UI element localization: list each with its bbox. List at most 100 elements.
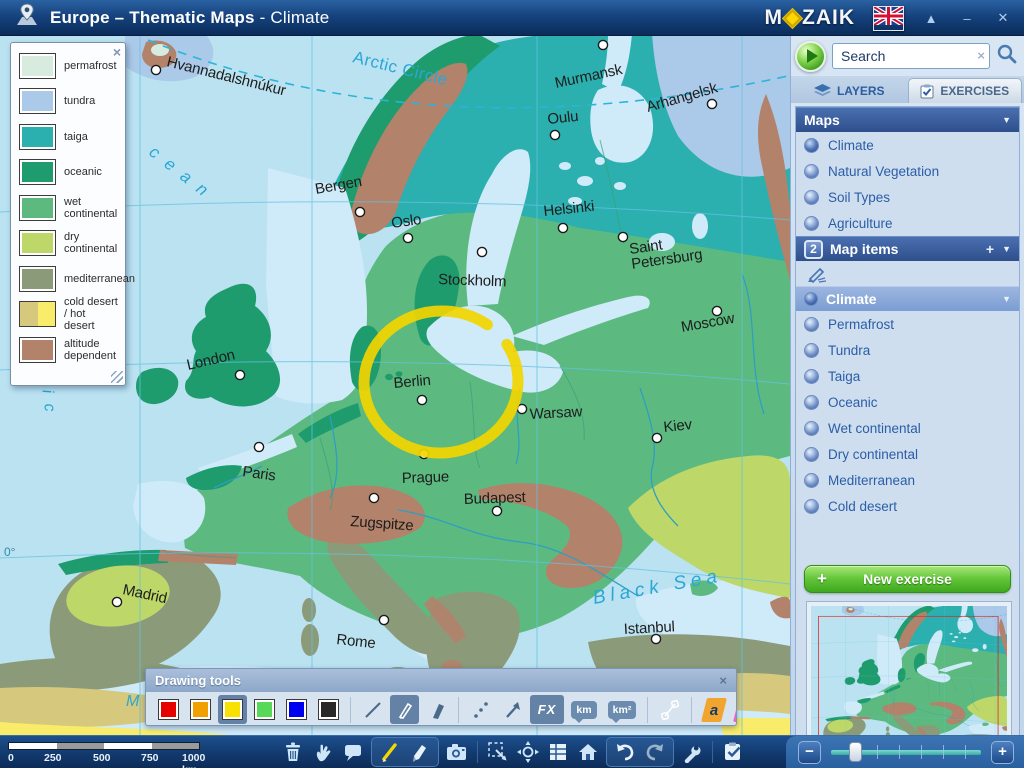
color-swatch-blue[interactable] xyxy=(282,695,311,724)
drawing-tools-header[interactable]: Drawing tools × xyxy=(146,669,736,692)
color-swatch-orange[interactable] xyxy=(186,695,215,724)
radio-button[interactable] xyxy=(804,499,819,514)
map-items-section-header[interactable]: 2 Map items + ▼ xyxy=(796,236,1019,261)
climate-item-wet-continental[interactable]: Wet continental xyxy=(796,415,1019,441)
radio-button[interactable] xyxy=(804,138,819,153)
select-tool-button[interactable] xyxy=(483,738,513,766)
svg-text:Kiev: Kiev xyxy=(663,416,694,436)
climate-section-header[interactable]: Climate ▼ xyxy=(796,286,1019,311)
zoom-slider-handle[interactable] xyxy=(849,742,862,762)
search-clear-icon[interactable]: × xyxy=(977,48,985,63)
thin-line-tool[interactable] xyxy=(358,695,387,724)
svg-text:Budapest: Budapest xyxy=(464,489,527,508)
chevron-down-icon: ▼ xyxy=(1002,294,1011,304)
climate-item-cold-desert[interactable]: Cold desert xyxy=(796,493,1019,519)
exercise-check-button[interactable] xyxy=(718,738,748,766)
arrow-tool[interactable] xyxy=(498,695,527,724)
redo-button[interactable] xyxy=(640,738,670,766)
color-swatch-yellow[interactable] xyxy=(218,695,247,724)
comment-tool-button[interactable] xyxy=(338,738,368,766)
list-item-label: Mediterranean xyxy=(828,473,915,488)
maps-list: ClimateNatural VegetationSoil Types Agric… xyxy=(796,132,1019,236)
radio-button[interactable] xyxy=(804,395,819,410)
climate-item-tundra[interactable]: Tundra xyxy=(796,337,1019,363)
effects-tool[interactable]: FX xyxy=(530,695,564,724)
text-tool-orange[interactable]: a xyxy=(699,695,728,724)
undo-button[interactable] xyxy=(610,738,640,766)
pan-tool-button[interactable] xyxy=(513,738,543,766)
maps-section-header[interactable]: Maps ▼ xyxy=(796,107,1019,132)
legend-row: altitude dependent xyxy=(19,335,119,364)
sidebar-item-climate[interactable]: Climate xyxy=(796,132,1019,158)
legend-row: tundra xyxy=(19,87,119,116)
undo-redo-group xyxy=(606,737,674,767)
zoom-slider[interactable] xyxy=(831,741,981,763)
zoom-in-button[interactable]: + xyxy=(991,741,1014,764)
new-exercise-button[interactable]: + New exercise xyxy=(804,565,1011,593)
climate-item-permafrost[interactable]: Permafrost xyxy=(796,311,1019,337)
language-flag-uk[interactable] xyxy=(873,6,904,31)
close-button[interactable]: ✕ xyxy=(994,10,1012,26)
map-item-drawing[interactable] xyxy=(796,261,1019,286)
highlighter-draw-button[interactable] xyxy=(405,738,435,766)
list-item-label: Oceanic xyxy=(828,395,878,410)
svg-text:Warsaw: Warsaw xyxy=(529,403,583,423)
map-items-count-badge: 2 xyxy=(804,240,823,259)
radio-button[interactable] xyxy=(804,343,819,358)
bottom-toolbar: 0 250 500 750 1000 km − xyxy=(0,735,1024,768)
radio-button[interactable] xyxy=(804,317,819,332)
color-swatch-green[interactable] xyxy=(250,695,279,724)
list-item-label: Agriculture xyxy=(828,216,893,231)
list-item-label: Permafrost xyxy=(828,317,894,332)
measure-link-tool[interactable] xyxy=(655,695,684,724)
delete-tool-button[interactable] xyxy=(278,738,308,766)
color-swatch-red[interactable] xyxy=(154,695,183,724)
list-item-label: Tundra xyxy=(828,343,870,358)
pen-tool[interactable] xyxy=(390,695,419,724)
radio-button[interactable] xyxy=(804,190,819,205)
radio-button[interactable] xyxy=(804,164,819,179)
radio-button[interactable] xyxy=(804,369,819,384)
legend-resize-handle[interactable] xyxy=(111,371,123,383)
tab-layers[interactable]: LAYERS xyxy=(793,78,906,103)
radio-button[interactable] xyxy=(804,216,819,231)
marker-tool[interactable] xyxy=(422,695,451,724)
minimize-button[interactable]: – xyxy=(958,11,976,26)
add-map-item-icon[interactable]: + xyxy=(986,241,994,257)
title-bar: Europe – Thematic Maps - Climate MZAIK ▲… xyxy=(0,0,1024,36)
zoom-out-button[interactable]: − xyxy=(798,741,821,764)
search-input[interactable] xyxy=(832,43,990,69)
climate-item-oceanic[interactable]: Oceanic xyxy=(796,389,1019,415)
settings-wrench-button[interactable] xyxy=(677,738,707,766)
sidebar-item-natural-vegetation[interactable]: Natural Vegetation xyxy=(796,158,1019,184)
sidebar-item-agriculture[interactable]: Agriculture xyxy=(796,210,1019,236)
play-button[interactable] xyxy=(795,41,826,72)
text-tool-pink[interactable]: a xyxy=(731,695,737,724)
climate-item-dry-continental[interactable]: Dry continental xyxy=(796,441,1019,467)
radio-button[interactable] xyxy=(804,447,819,462)
radio-button[interactable] xyxy=(804,292,818,306)
legend-close-icon[interactable]: × xyxy=(113,44,121,60)
color-swatch-black[interactable] xyxy=(314,695,343,724)
hand-tool-button[interactable] xyxy=(308,738,338,766)
zoom-control: − + xyxy=(786,736,1024,768)
tab-exercises[interactable]: EXERCISES xyxy=(908,78,1023,103)
climate-list: Permafrost Tundra Taiga Oceanic Wet continen… xyxy=(796,311,1019,519)
climate-item-taiga[interactable]: Taiga xyxy=(796,363,1019,389)
data-table-button[interactable] xyxy=(543,738,573,766)
radio-button[interactable] xyxy=(804,473,819,488)
sidebar-item-soil-types[interactable]: Soil Types xyxy=(796,184,1019,210)
climate-item-mediterranean[interactable]: Mediterranean xyxy=(796,467,1019,493)
collapse-button[interactable]: ▲ xyxy=(922,11,940,26)
km-label-tool[interactable]: km xyxy=(567,695,601,724)
sea-label-m: M xyxy=(126,693,140,710)
km2-label-tool[interactable]: km² xyxy=(604,695,640,724)
dotted-line-tool[interactable] xyxy=(466,695,495,724)
pencil-draw-button[interactable] xyxy=(375,738,405,766)
legend-row: dry continental xyxy=(19,229,119,258)
search-icon[interactable] xyxy=(996,43,1018,70)
radio-button[interactable] xyxy=(804,421,819,436)
drawing-tools-close-icon[interactable]: × xyxy=(719,673,727,688)
screenshot-button[interactable] xyxy=(442,738,472,766)
home-button[interactable] xyxy=(573,738,603,766)
